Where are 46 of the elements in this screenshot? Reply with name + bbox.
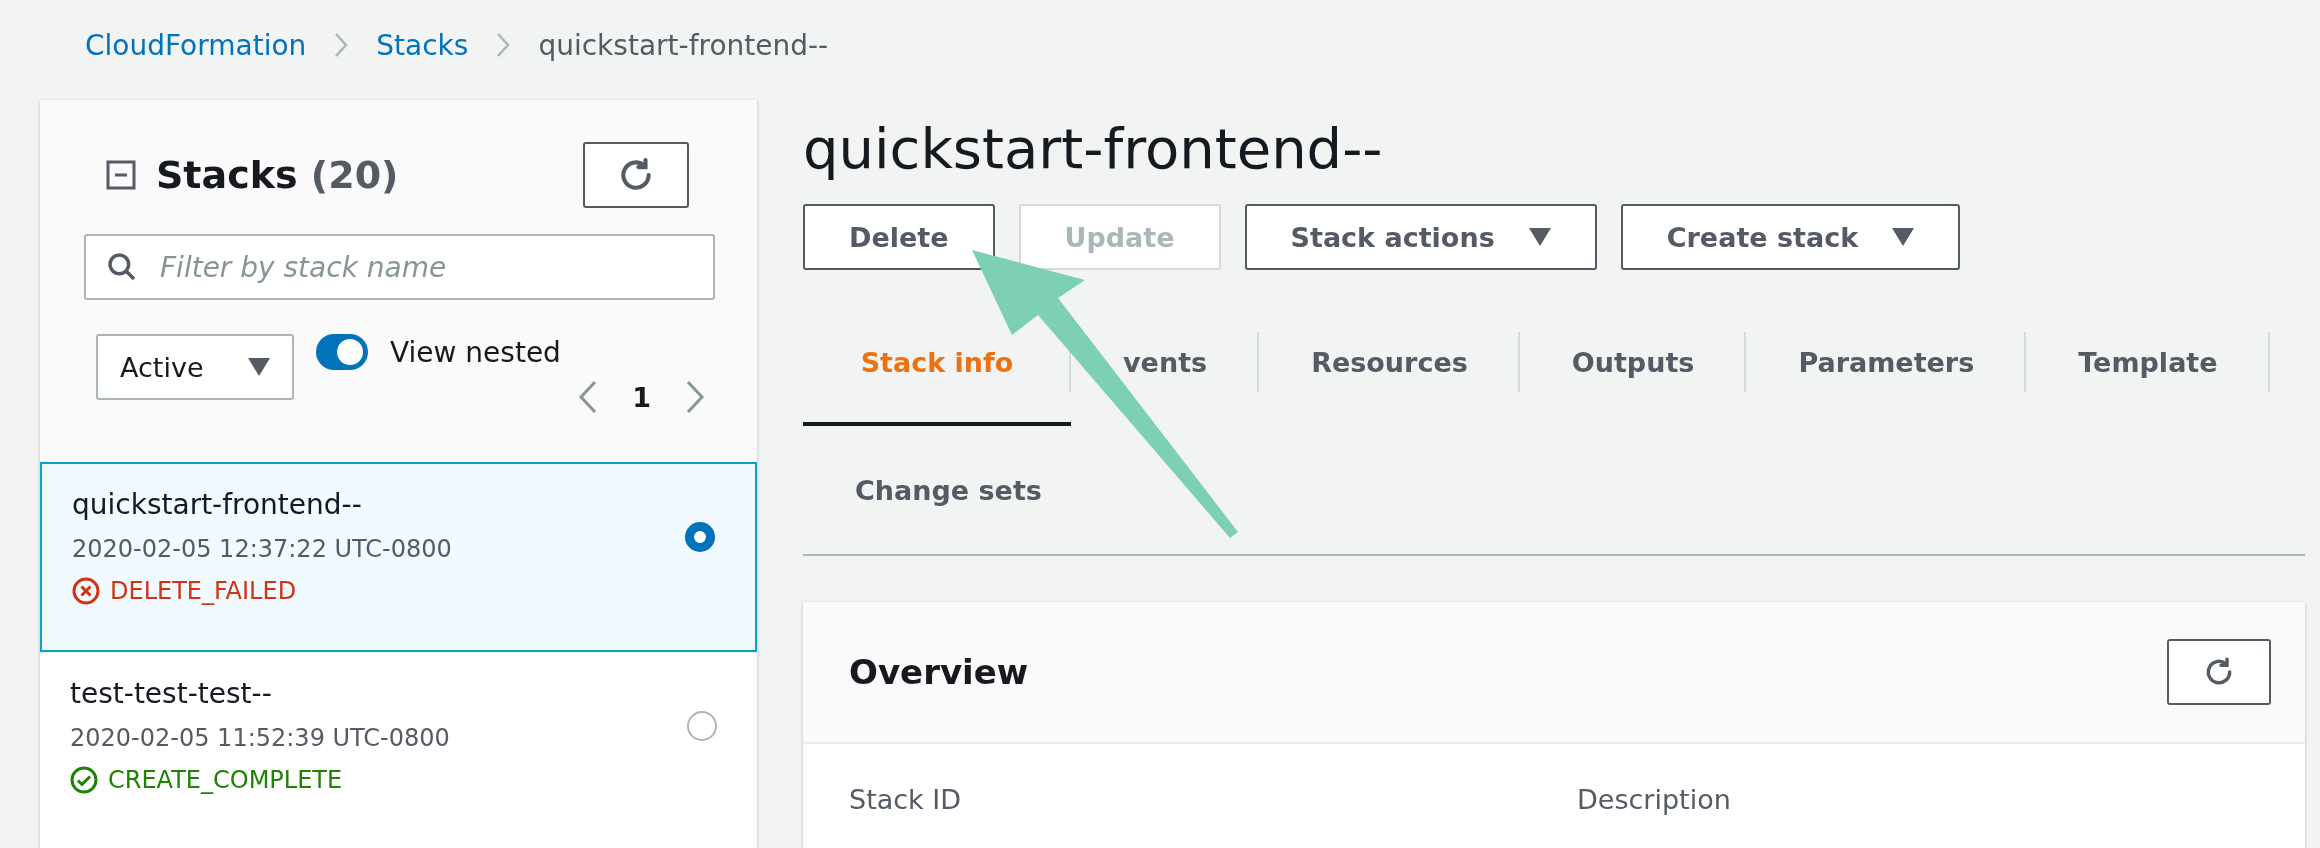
tab[interactable]: Resources [1259,298,1520,426]
collapse-icon[interactable] [106,160,136,190]
error-icon [72,577,100,605]
stack-time: 2020-02-05 12:37:22 UTC-0800 [72,535,452,563]
search-icon [106,251,138,283]
refresh-button[interactable] [2167,639,2271,705]
action-button[interactable]: Stack actions [1244,204,1597,270]
toggle-label: View nested [390,335,561,369]
field-label: Description [1577,784,1732,815]
panel-title: Stacks (20) [156,153,399,197]
success-icon [70,766,98,794]
breadcrumb-link[interactable]: CloudFormation [85,28,307,62]
refresh-button[interactable] [583,142,689,208]
action-button[interactable]: Create stack [1620,204,1961,270]
search-input[interactable]: Filter by stack name [158,249,693,285]
tab[interactable]: vents [1071,298,1260,426]
page-title: quickstart-frontend-- [803,116,1384,183]
stack-time: 2020-02-05 11:52:39 UTC-0800 [70,724,450,752]
card-title: Overview [849,652,1029,692]
chevron-right-icon [334,32,349,58]
tab[interactable]: Parameters [1746,298,2027,426]
radio-button[interactable] [685,522,715,552]
status-dropdown[interactable]: Active [96,334,294,400]
chevron-left-icon [578,380,599,414]
breadcrumb-link[interactable]: Stacks [376,28,469,62]
search-field[interactable]: Filter by stack name [84,234,715,300]
stack-name: quickstart-frontend-- [72,488,363,521]
previous-page-button[interactable] [578,380,599,414]
caret-icon [248,358,270,376]
chevron-right-icon [685,380,705,414]
radio-button[interactable] [687,711,717,741]
chevron-right-icon [496,32,511,58]
next-page-button[interactable] [685,380,705,414]
toggle-switch[interactable] [316,334,368,370]
tab[interactable]: Outputs [1519,298,1747,426]
action-button[interactable]: Delete [803,204,995,270]
page-number[interactable]: 1 [628,381,655,413]
tab[interactable]: Template [2026,298,2270,426]
field-label: Stack ID [849,784,963,815]
breadcrumb-current: quickstart-frontend-- [538,28,829,62]
stack-row[interactable]: quickstart-frontend-- 2020-02-05 12:37:22 UTC-0800 DELETE_FAILED [40,462,757,652]
stack-row[interactable]: test-test-test-- 2020-02-05 11:52:39 UTC-0800 CREATE_COMPLETE [40,652,757,848]
status-text: CREATE_COMPLETE [108,766,343,794]
stack-name: test-test-test-- [70,677,273,710]
status-text: DELETE_FAILED [110,577,297,605]
tab[interactable]: Change sets [803,426,1094,554]
